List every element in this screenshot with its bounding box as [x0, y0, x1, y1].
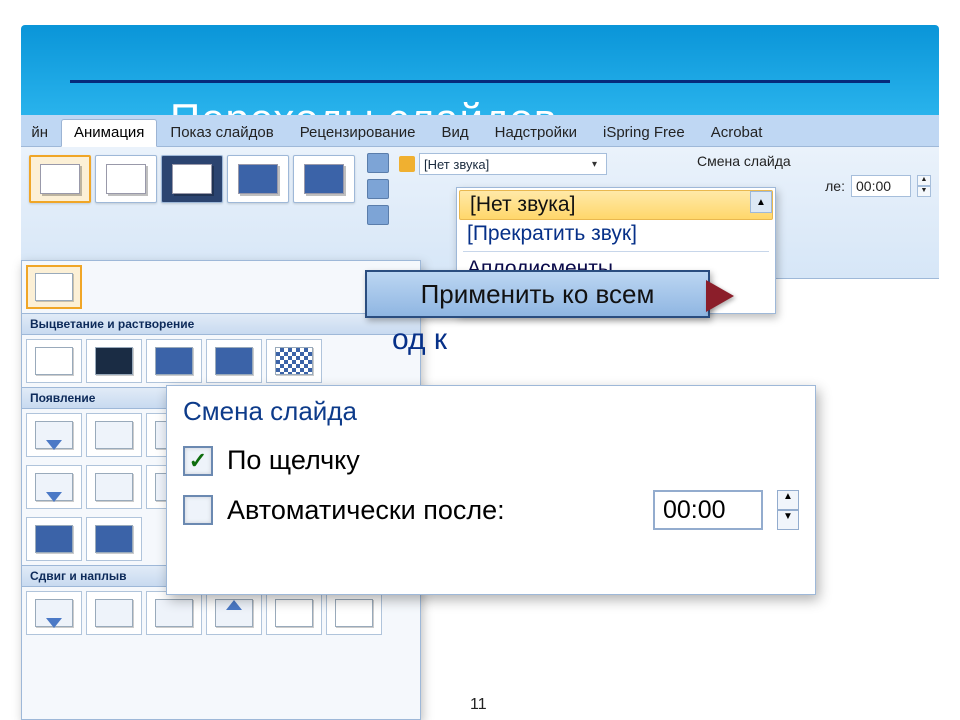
gallery-thumb[interactable] [206, 591, 262, 635]
auto-after-time-field[interactable]: 00:00 [653, 490, 763, 530]
gallery-thumb[interactable] [26, 413, 82, 457]
gallery-thumb[interactable] [26, 465, 82, 509]
gallery-thumb[interactable] [86, 339, 142, 383]
auto-after-spinner[interactable]: ▲▼ [777, 490, 799, 530]
gallery-thumb[interactable] [86, 517, 142, 561]
scroll-up-button[interactable]: ▲ [750, 191, 772, 213]
tab-review[interactable]: Рецензирование [287, 119, 429, 146]
tab-animation[interactable]: Анимация [61, 119, 157, 147]
tab-addins[interactable]: Надстройки [482, 119, 590, 146]
transition-thumb[interactable] [95, 155, 157, 203]
auto-after-checkbox[interactable] [183, 495, 213, 525]
sound-dropdown-value: [Нет звука] [424, 157, 489, 172]
gallery-thumb[interactable] [26, 517, 82, 561]
advance-slide-panel: Смена слайда По щелчку Автоматически пос… [166, 385, 816, 595]
gallery-thumb[interactable] [266, 339, 322, 383]
sound-option-stop[interactable]: [Прекратить звук] [457, 220, 775, 248]
after-label-fragment: ле: [825, 178, 845, 194]
gallery-thumb[interactable] [146, 591, 202, 635]
auto-time-field[interactable]: 00:00 [851, 175, 911, 197]
advance-slide-header: Смена слайда [697, 153, 931, 169]
gallery-group-fade: Выцветание и растворение [22, 313, 420, 335]
gallery-thumb[interactable] [86, 465, 142, 509]
advance-panel-header: Смена слайда [183, 396, 799, 427]
gallery-thumb[interactable] [206, 339, 262, 383]
gallery-thumb[interactable] [86, 591, 142, 635]
gallery-thumb[interactable] [26, 591, 82, 635]
ribbon-mini-button[interactable] [367, 153, 389, 173]
transition-thumbs-group: Нет [21, 147, 363, 278]
dropdown-separator [463, 251, 769, 252]
transition-none-thumb[interactable] [29, 155, 91, 203]
hidden-text-fragment: од к [392, 323, 447, 357]
gallery-thumb[interactable] [266, 591, 322, 635]
transition-thumb[interactable] [161, 155, 223, 203]
sound-option-none[interactable]: [Нет звука] [459, 190, 773, 220]
sound-dropdown-field[interactable]: [Нет звука] ▾ [419, 153, 607, 175]
transition-thumb[interactable] [293, 155, 355, 203]
gallery-thumb[interactable] [26, 339, 82, 383]
onclick-label: По щелчку [227, 445, 360, 476]
sound-icon [399, 156, 415, 172]
gallery-thumb[interactable] [86, 413, 142, 457]
tab-view[interactable]: Вид [429, 119, 482, 146]
auto-after-time-value: 00:00 [663, 496, 726, 525]
auto-after-label: Автоматически после: [227, 495, 505, 526]
ribbon-tabbar: йн Анимация Показ слайдов Рецензирование… [21, 115, 939, 147]
auto-time-value: 00:00 [856, 178, 891, 194]
ribbon-mini-button[interactable] [367, 179, 389, 199]
tab-ispring[interactable]: iSpring Free [590, 119, 698, 146]
gallery-thumb[interactable] [146, 339, 202, 383]
tab-acrobat[interactable]: Acrobat [698, 119, 776, 146]
onclick-checkbox[interactable] [183, 446, 213, 476]
apply-to-all-label: Применить ко всем [421, 279, 655, 310]
slide-divider [70, 80, 890, 83]
gallery-thumb-none[interactable] [26, 265, 82, 309]
ribbon-mini-buttons [363, 147, 393, 278]
ribbon-mini-button[interactable] [367, 205, 389, 225]
transition-thumb[interactable] [227, 155, 289, 203]
page-number: 11 [470, 696, 487, 714]
caret-down-icon: ▾ [592, 159, 602, 170]
time-spinner[interactable]: ▲▼ [917, 175, 931, 197]
apply-to-all-callout: Применить ко всем [365, 270, 710, 318]
tab-slideshow[interactable]: Показ слайдов [157, 119, 286, 146]
tab-design-partial[interactable]: йн [27, 119, 61, 146]
gallery-thumb[interactable] [326, 591, 382, 635]
